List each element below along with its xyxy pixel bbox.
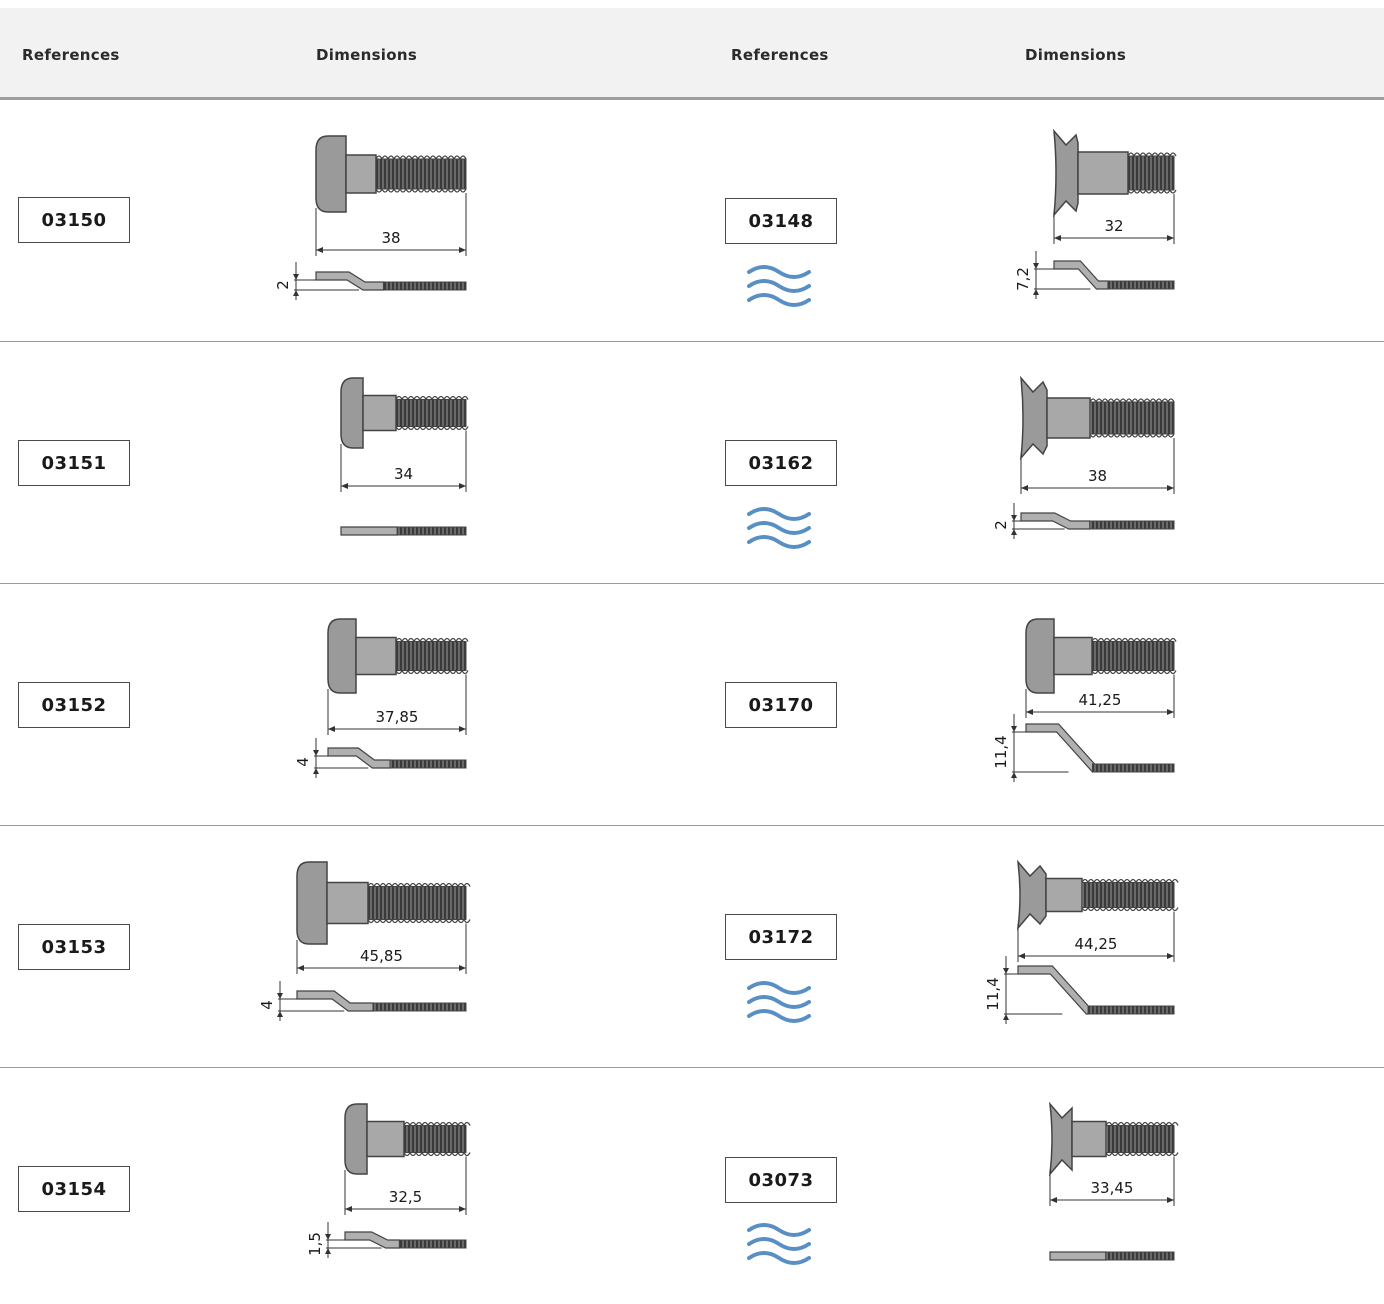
bolt-shank xyxy=(1077,151,1129,195)
bolt-thread xyxy=(403,1125,467,1153)
bolt-shank xyxy=(362,394,397,432)
side-view-thread xyxy=(383,281,467,291)
offset-dimension-label: 11,4 xyxy=(984,977,1002,1010)
offset-dimension-label: 4 xyxy=(258,1000,276,1010)
bolt-thread xyxy=(1091,641,1175,671)
bolt-head xyxy=(1025,618,1055,694)
length-dimension-label: 41,25 xyxy=(1079,691,1122,709)
length-dimension-label: 37,85 xyxy=(376,708,419,726)
bolt-head xyxy=(340,377,364,449)
bolt-thread xyxy=(1089,401,1175,435)
length-dimension-label: 38 xyxy=(381,229,400,247)
length-dimension-label: 33,45 xyxy=(1091,1179,1134,1197)
bolt-thread xyxy=(395,399,467,427)
side-view-body xyxy=(327,747,391,769)
side-view-thread xyxy=(1105,1251,1175,1261)
side-view-body xyxy=(340,526,398,536)
bolt-thread xyxy=(1081,882,1175,908)
bolt-shank xyxy=(1053,636,1093,676)
side-view-thread xyxy=(396,526,467,536)
side-view-thread xyxy=(1089,520,1175,530)
side-view-thread xyxy=(1092,763,1175,773)
length-dimension-label: 38 xyxy=(1088,467,1107,485)
side-view-thread xyxy=(389,759,467,769)
offset-dimension-label: 2 xyxy=(992,520,1010,530)
bolt-shank xyxy=(1071,1120,1107,1158)
side-view-thread xyxy=(1087,1005,1175,1015)
bolt-head xyxy=(1016,859,1047,931)
offset-dimension-label: 11,4 xyxy=(992,735,1010,768)
length-dimension-label: 34 xyxy=(394,465,413,483)
side-view-body xyxy=(1053,260,1109,290)
offset-dimension-label: 2 xyxy=(274,280,292,290)
bolt-head xyxy=(1020,375,1048,461)
offset-dimension-label: 7,2 xyxy=(1014,267,1032,291)
bolt-head xyxy=(327,618,357,694)
length-dimension-label: 32,5 xyxy=(389,1188,422,1206)
bolt-head xyxy=(315,135,347,213)
side-view-thread xyxy=(1107,280,1175,290)
bolt-thread xyxy=(1105,1125,1175,1153)
side-view-body xyxy=(1017,965,1090,1015)
side-view-thread xyxy=(372,1002,467,1012)
bolt-shank xyxy=(1045,877,1083,913)
side-view-body xyxy=(1025,723,1096,773)
bolt-thread xyxy=(395,641,467,671)
bolt-head xyxy=(1048,1101,1073,1177)
bolt-shank xyxy=(345,154,377,194)
bolt-head xyxy=(1053,128,1079,218)
bolt-thread xyxy=(367,886,467,920)
length-dimension-label: 45,85 xyxy=(360,947,403,965)
side-view-body xyxy=(344,1231,401,1249)
length-dimension-label: 44,25 xyxy=(1075,935,1118,953)
side-view-thread xyxy=(398,1239,467,1249)
bolt-shank xyxy=(326,881,369,925)
bolt-head xyxy=(344,1103,368,1175)
bolt-thread xyxy=(375,158,467,190)
offset-dimension-label: 1,5 xyxy=(306,1232,324,1256)
side-view-body xyxy=(315,271,385,291)
side-view-body xyxy=(296,990,374,1012)
side-view-body xyxy=(1020,512,1091,530)
bolt-head xyxy=(296,861,328,945)
length-dimension-label: 32 xyxy=(1104,217,1123,235)
side-view-body xyxy=(1049,1251,1107,1261)
bolt-thread xyxy=(1127,155,1175,191)
technical-drawings: 38 2 34 37,85 4 45,85 4 32,5 1,5 32 7,2 38 2 41,25 11,… xyxy=(258,128,1179,1261)
bolt-shank xyxy=(366,1120,405,1158)
bolt-shank xyxy=(1046,397,1091,439)
offset-dimension-label: 4 xyxy=(294,757,312,767)
bolt-shank xyxy=(355,636,397,676)
